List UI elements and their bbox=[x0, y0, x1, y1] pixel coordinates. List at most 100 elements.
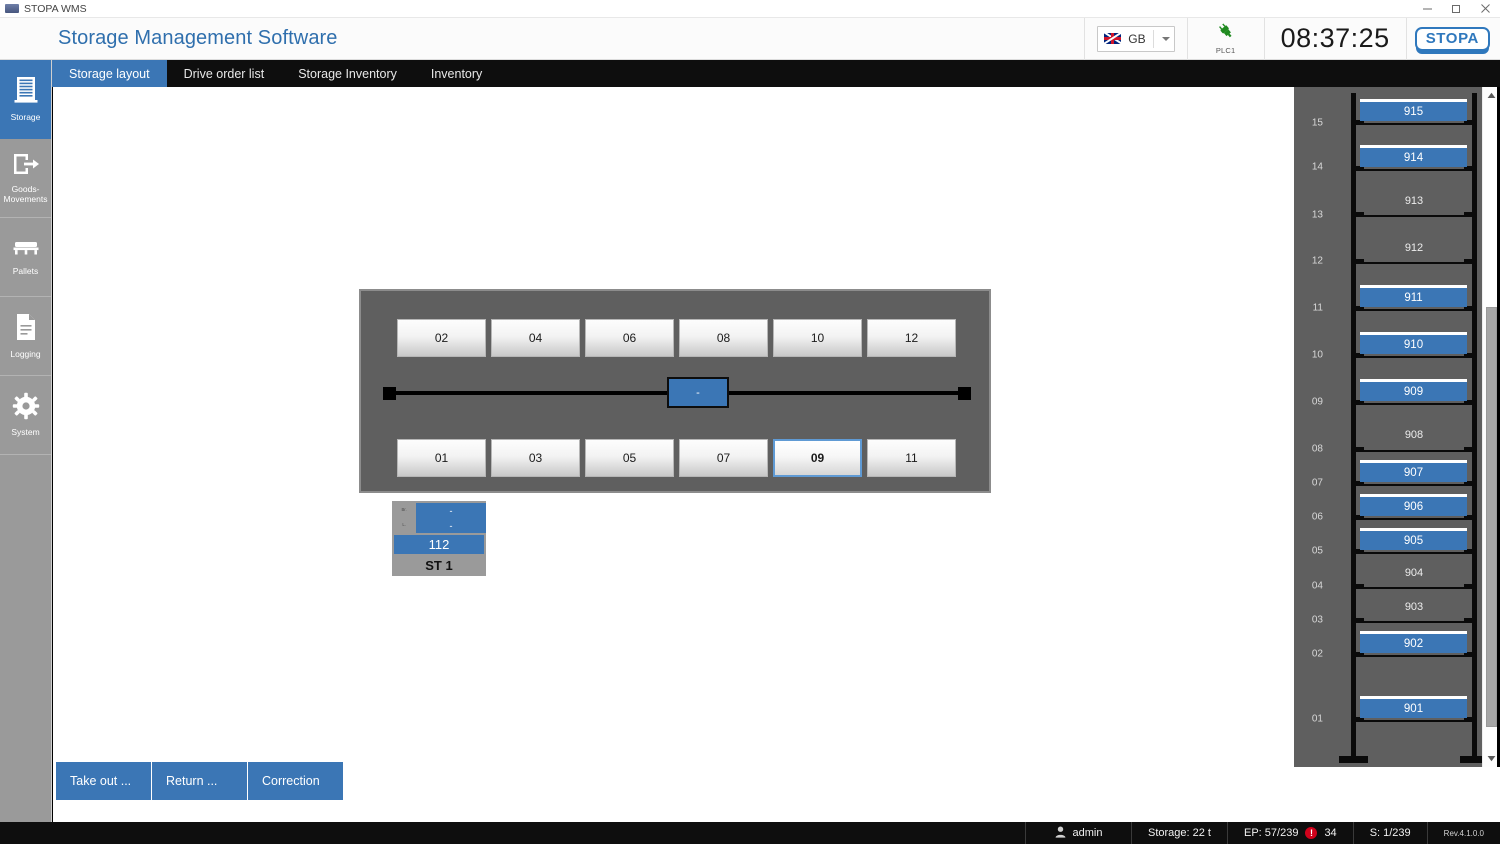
rack-pallet-902[interactable]: 902 bbox=[1360, 631, 1467, 653]
sidebar-item-goods-movements[interactable]: Goods- Movements bbox=[0, 139, 51, 218]
rack-tick-09: 09 bbox=[1311, 396, 1323, 408]
restore-button[interactable] bbox=[1442, 0, 1471, 18]
rack-empty-903[interactable]: 903 bbox=[1351, 599, 1477, 615]
rack-empty-913[interactable]: 913 bbox=[1351, 193, 1477, 209]
take-out-button[interactable]: Take out ... bbox=[56, 762, 151, 800]
sidebar-item-label-logging: Logging bbox=[10, 349, 41, 360]
language-selector[interactable]: GB bbox=[1097, 25, 1175, 52]
station-name: ST 1 bbox=[425, 557, 453, 573]
tab-drive-order-list[interactable]: Drive order list bbox=[167, 60, 282, 87]
storage-rack-icon bbox=[13, 75, 39, 110]
rack-tick-02: 02 bbox=[1311, 648, 1323, 660]
main-content: 02 04 06 08 10 12 - 01 03 05 07 09 11 Br… bbox=[52, 87, 1500, 822]
sidebar-item-pallets[interactable]: Pallets bbox=[0, 218, 51, 297]
user-icon bbox=[1055, 826, 1066, 841]
bay-11[interactable]: 11 bbox=[867, 439, 956, 477]
bay-09[interactable]: 09 bbox=[773, 439, 862, 477]
plug-connected-icon bbox=[1217, 22, 1235, 45]
rack-beam-15 bbox=[1351, 120, 1477, 125]
window-titlebar: STOPA WMS bbox=[0, 0, 1500, 18]
rack-empty-912[interactable]: 912 bbox=[1351, 240, 1477, 256]
sidebar-item-storage[interactable]: Storage bbox=[0, 60, 51, 139]
rack-empty-908[interactable]: 908 bbox=[1351, 427, 1477, 443]
rack-pallet-909[interactable]: 909 bbox=[1360, 379, 1467, 401]
bay-03[interactable]: 03 bbox=[491, 439, 580, 477]
crane-rail: - bbox=[383, 377, 971, 408]
bay-05[interactable]: 05 bbox=[585, 439, 674, 477]
bay-07[interactable]: 07 bbox=[679, 439, 768, 477]
rack-beam-02 bbox=[1351, 652, 1477, 657]
rack-pallet-901[interactable]: 901 bbox=[1360, 696, 1467, 718]
station-side-label-0: Br. bbox=[401, 507, 407, 513]
bay-01[interactable]: 01 bbox=[397, 439, 486, 477]
station-cell-0[interactable]: - bbox=[416, 503, 486, 518]
status-user[interactable]: admin bbox=[1025, 822, 1131, 844]
bay-04[interactable]: 04 bbox=[491, 319, 580, 357]
rack-tick-15: 15 bbox=[1311, 117, 1323, 129]
document-log-icon bbox=[14, 312, 38, 347]
plc-label: PLC1 bbox=[1215, 46, 1236, 55]
window-controls bbox=[1413, 0, 1500, 18]
correction-button[interactable]: Correction bbox=[248, 762, 343, 800]
rack-beam-11 bbox=[1351, 306, 1477, 311]
rack-beam-01 bbox=[1351, 717, 1477, 722]
sidebar-item-label-goods-movements: Goods- Movements bbox=[3, 184, 48, 204]
status-storage: Storage: 22 t bbox=[1131, 822, 1227, 844]
rack-panel: 15 14 13 12 11 10 09 08 07 06 05 04 03 0… bbox=[1294, 87, 1500, 767]
bay-06[interactable]: 06 bbox=[585, 319, 674, 357]
rack-tick-01: 01 bbox=[1311, 713, 1323, 725]
rack-pallet-915[interactable]: 915 bbox=[1360, 99, 1467, 121]
bay-12[interactable]: 12 bbox=[867, 319, 956, 357]
rack-pallet-914[interactable]: 914 bbox=[1360, 145, 1467, 167]
bay-08[interactable]: 08 bbox=[679, 319, 768, 357]
chevron-down-icon[interactable] bbox=[1152, 29, 1170, 48]
bay-10[interactable]: 10 bbox=[773, 319, 862, 357]
crane-car[interactable]: - bbox=[667, 377, 729, 408]
station-st1[interactable]: Br. L. - - 112 ST 1 bbox=[392, 501, 486, 576]
status-revision: Rev.4.1.0.0 bbox=[1426, 822, 1500, 844]
bay-02[interactable]: 02 bbox=[397, 319, 486, 357]
rack-structure: 915 914 911 910 909 907 906 905 902 901 … bbox=[1327, 87, 1500, 767]
minimize-button[interactable] bbox=[1413, 0, 1442, 18]
station-side-label-1: L. bbox=[402, 522, 406, 528]
plc-status[interactable]: PLC1 bbox=[1202, 22, 1250, 55]
rack-beam-04 bbox=[1351, 584, 1477, 589]
bay-row-top: 02 04 06 08 10 12 bbox=[397, 319, 956, 357]
station-value[interactable]: 112 bbox=[394, 535, 484, 554]
rack-beam-09 bbox=[1351, 400, 1477, 405]
sidebar-item-system[interactable]: System bbox=[0, 376, 51, 455]
tab-storage-layout[interactable]: Storage layout bbox=[52, 60, 167, 87]
rack-tick-03: 03 bbox=[1311, 614, 1323, 626]
rack-beam-06 bbox=[1351, 515, 1477, 520]
action-bar: Take out ... Return ... Correction bbox=[56, 762, 343, 800]
rack-pallet-906[interactable]: 906 bbox=[1360, 494, 1467, 516]
header-divider-4 bbox=[1405, 17, 1407, 60]
return-button[interactable]: Return ... bbox=[152, 762, 247, 800]
sidebar-item-label-storage: Storage bbox=[10, 112, 41, 123]
rack-beam-05 bbox=[1351, 549, 1477, 554]
rack-empty-904[interactable]: 904 bbox=[1351, 565, 1477, 581]
storage-layout-diagram: 02 04 06 08 10 12 - 01 03 05 07 09 11 bbox=[359, 289, 991, 493]
rack-pallet-907[interactable]: 907 bbox=[1360, 460, 1467, 482]
application-window: STOPA WMS Storage Management Software GB bbox=[0, 0, 1500, 844]
status-user-name: admin bbox=[1072, 827, 1103, 839]
rack-tick-10: 10 bbox=[1311, 349, 1323, 361]
rack-pallet-905[interactable]: 905 bbox=[1360, 528, 1467, 550]
language-code: GB bbox=[1128, 31, 1146, 46]
rack-pallet-911[interactable]: 911 bbox=[1360, 285, 1467, 307]
tab-storage-inventory[interactable]: Storage Inventory bbox=[281, 60, 414, 87]
sidebar-item-logging[interactable]: Logging bbox=[0, 297, 51, 376]
station-cell-1[interactable]: - bbox=[416, 518, 486, 533]
close-button[interactable] bbox=[1471, 0, 1500, 18]
uk-flag-icon bbox=[1104, 33, 1122, 44]
status-ep-value: EP: 57/239 bbox=[1244, 827, 1299, 839]
status-alert-count: 34 bbox=[1324, 827, 1337, 839]
scrollbar-thumb[interactable] bbox=[1486, 307, 1497, 727]
rack-beam-10 bbox=[1351, 353, 1477, 358]
tab-inventory[interactable]: Inventory bbox=[414, 60, 499, 87]
stopa-logo: STOPA bbox=[1414, 26, 1490, 51]
header-divider-2 bbox=[1186, 17, 1188, 60]
rack-level-scale: 15 14 13 12 11 10 09 08 07 06 05 04 03 0… bbox=[1294, 87, 1327, 767]
rack-pallet-910[interactable]: 910 bbox=[1360, 332, 1467, 354]
rack-tick-13: 13 bbox=[1311, 209, 1323, 221]
